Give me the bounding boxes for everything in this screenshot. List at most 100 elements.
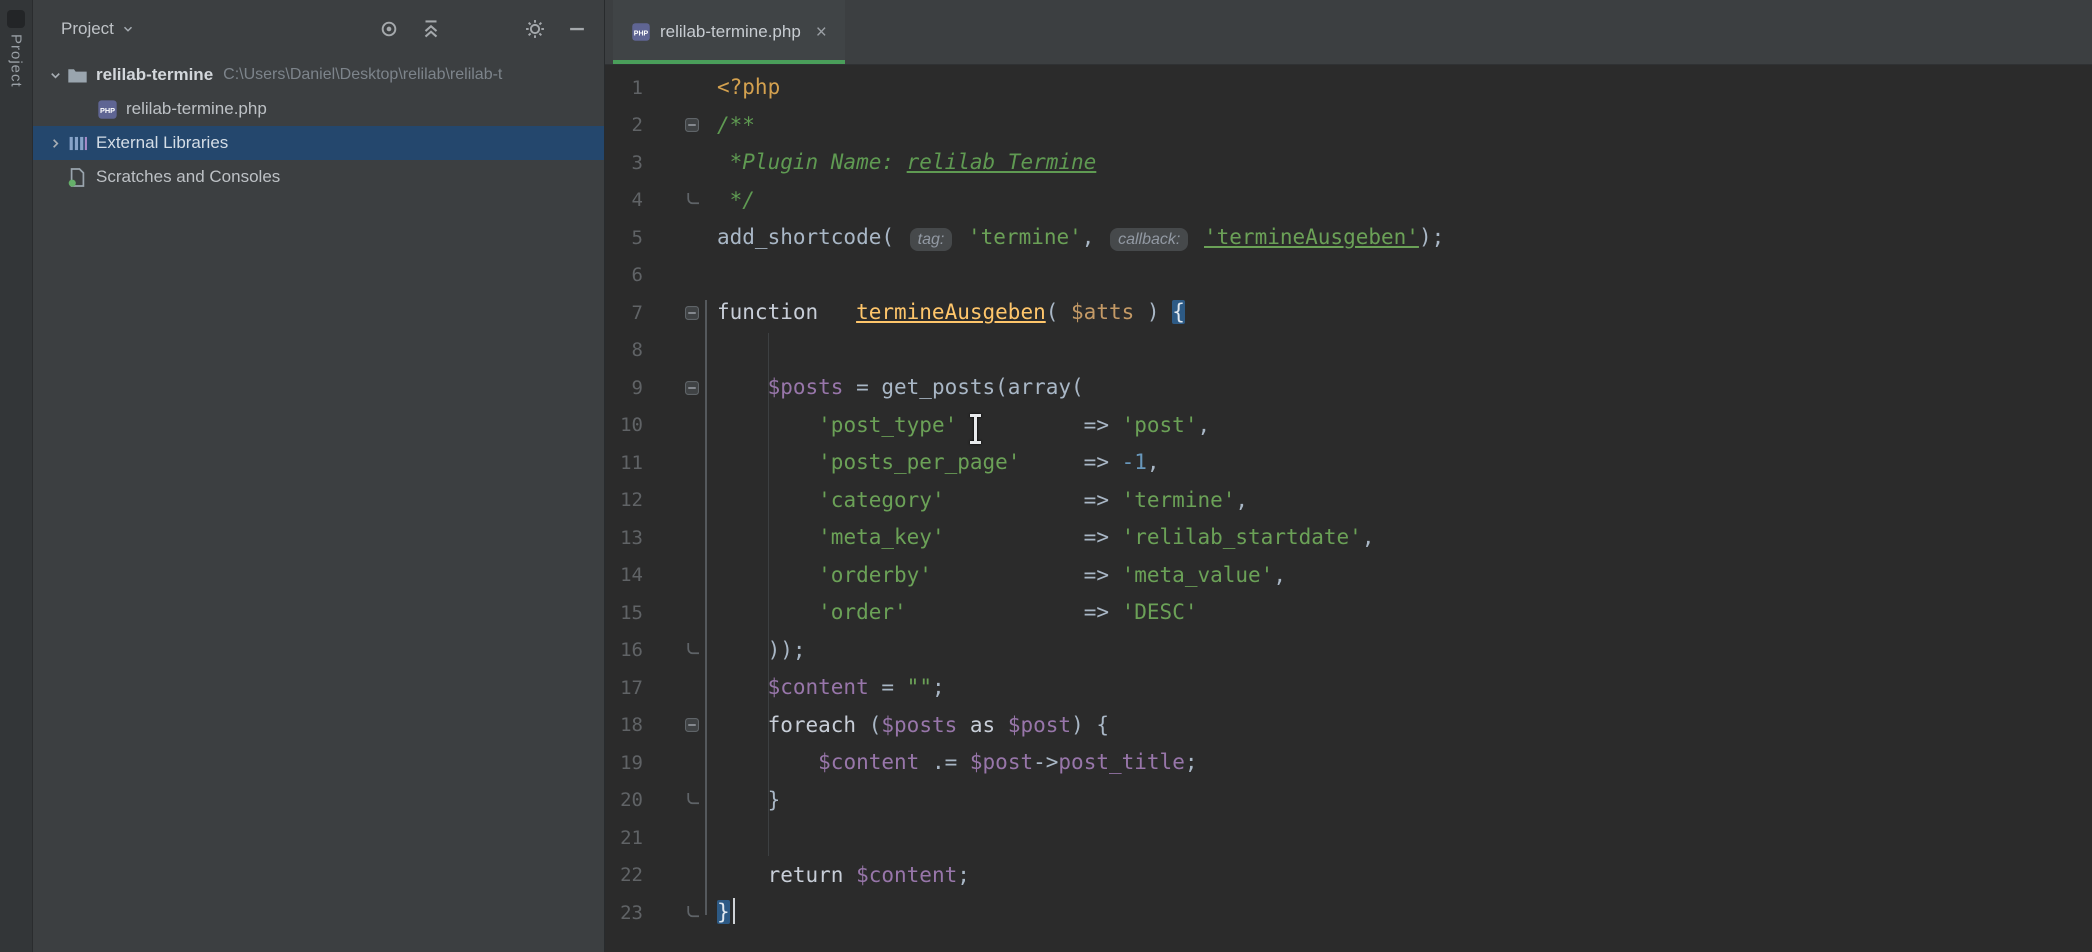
tab-title: relilab-termine.php — [660, 22, 801, 42]
code-token: ) — [1134, 300, 1172, 324]
code-token — [945, 488, 1084, 512]
fold-marker-icon[interactable] — [655, 906, 707, 920]
code-token — [1191, 225, 1204, 249]
code-line-16[interactable]: )); — [717, 632, 2092, 670]
code-token: .= — [919, 750, 970, 774]
gutter-line: 16 — [605, 632, 707, 670]
code-token: $posts — [768, 375, 844, 399]
code-token: 'meta_value' — [1122, 563, 1274, 587]
settings-gear-icon[interactable] — [524, 18, 546, 40]
fold-marker-icon[interactable] — [655, 381, 707, 395]
code-line-7[interactable]: function termineAusgeben( $atts ) { — [717, 294, 2092, 332]
code-area[interactable]: <?php /** *Plugin Name: relilab Termine *… — [707, 65, 2092, 952]
gutter-line: 4 — [605, 182, 707, 220]
chevron-right-icon[interactable] — [43, 132, 67, 154]
code-line-10[interactable]: 'post_type' => 'post', — [717, 407, 2092, 445]
folder-icon — [67, 65, 88, 86]
fold-marker-icon[interactable] — [655, 793, 707, 807]
editor-area: PHP relilab-termine.php × 12345678910111… — [605, 0, 2092, 952]
code-line-3[interactable]: *Plugin Name: relilab Termine — [717, 144, 2092, 182]
fold-marker-icon[interactable] — [655, 193, 707, 207]
code-line-5[interactable]: add_shortcode( tag: 'termine', callback:… — [717, 219, 2092, 257]
tab-relilab-termine-php[interactable]: PHP relilab-termine.php × — [613, 0, 845, 64]
code-line-18[interactable]: foreach ($posts as $post) { — [717, 707, 2092, 745]
code-token: 'termine' — [968, 225, 1082, 249]
code-line-20[interactable]: } — [717, 782, 2092, 820]
code-token: $post — [970, 750, 1033, 774]
tree-item-relilab-termine-php[interactable]: PHPrelilab-termine.php — [33, 92, 604, 126]
tree-item-external-libraries[interactable]: External Libraries — [33, 126, 604, 160]
chevron-down-icon — [121, 22, 135, 36]
left-toolwindow-bar: Project — [0, 0, 33, 952]
code-token: function — [717, 300, 856, 324]
line-number: 23 — [605, 902, 655, 924]
code-line-4[interactable]: */ — [717, 182, 2092, 220]
line-number: 7 — [605, 302, 655, 324]
fold-marker-icon[interactable] — [655, 118, 707, 132]
fold-marker-icon[interactable] — [655, 643, 707, 657]
gutter-line: 2 — [605, 107, 707, 145]
code-token: , — [1362, 525, 1375, 549]
line-number: 10 — [605, 414, 655, 436]
tree-item-label: relilab-termine — [96, 65, 213, 85]
line-number: 17 — [605, 677, 655, 699]
code-line-1[interactable]: <?php — [717, 69, 2092, 107]
project-toolwindow-button[interactable]: Project — [8, 34, 25, 88]
svg-text:PHP: PHP — [100, 106, 115, 115]
code-line-2[interactable]: /** — [717, 107, 2092, 145]
project-view-dropdown[interactable]: Project — [61, 19, 135, 39]
line-number: 22 — [605, 864, 655, 886]
code-token: 'category' — [818, 488, 944, 512]
locate-icon[interactable] — [378, 18, 400, 40]
code-token: 'meta_key' — [818, 525, 944, 549]
code-line-8[interactable] — [717, 332, 2092, 370]
code-line-13[interactable]: 'meta_key' => 'relilab_startdate', — [717, 519, 2092, 557]
code-token: ; — [957, 863, 970, 887]
code-editor: 1234567891011121314151617181920212223 <?… — [605, 65, 2092, 952]
mouse-cursor-ibeam — [968, 414, 983, 444]
code-line-22[interactable]: return $content; — [717, 857, 2092, 895]
project-panel: Project relilab-termine C:\Users\Daniel\D… — [33, 0, 605, 952]
tab-close-icon[interactable]: × — [816, 23, 827, 42]
code-token: { — [1172, 300, 1185, 324]
tree-item-scratches-and-consoles[interactable]: Scratches and Consoles — [33, 160, 604, 194]
collapse-all-icon[interactable] — [420, 18, 442, 40]
code-token: -1 — [1122, 450, 1147, 474]
code-line-23[interactable]: } — [717, 894, 2092, 932]
code-token: relilab Termine — [907, 150, 1097, 174]
code-token: -> — [1033, 750, 1058, 774]
code-token: 'termine' — [1122, 488, 1236, 512]
gutter-line: 17 — [605, 669, 707, 707]
line-number: 11 — [605, 452, 655, 474]
code-token: => — [1084, 525, 1122, 549]
code-line-9[interactable]: $posts = get_posts(array( — [717, 369, 2092, 407]
gutter-line: 7 — [605, 294, 707, 332]
code-line-17[interactable]: $content = ""; — [717, 669, 2092, 707]
code-line-14[interactable]: 'orderby' => 'meta_value', — [717, 557, 2092, 595]
tree-item-path: C:\Users\Daniel\Desktop\relilab\relilab-… — [223, 66, 502, 84]
code-line-15[interactable]: 'order' => 'DESC' — [717, 594, 2092, 632]
code-line-12[interactable]: 'category' => 'termine', — [717, 482, 2092, 520]
code-token: , — [1147, 450, 1160, 474]
project-panel-header: Project — [33, 0, 604, 58]
code-token: /** — [717, 113, 755, 137]
chevron-down-icon[interactable] — [43, 64, 67, 86]
code-line-19[interactable]: $content .= $post->post_title; — [717, 744, 2092, 782]
code-token: = — [869, 675, 907, 699]
tree-item-label: External Libraries — [96, 133, 228, 153]
code-line-6[interactable] — [717, 257, 2092, 295]
tree-item-relilab-termine[interactable]: relilab-termine C:\Users\Daniel\Desktop\r… — [33, 58, 604, 92]
code-line-21[interactable] — [717, 819, 2092, 857]
code-line-11[interactable]: 'posts_per_page' => -1, — [717, 444, 2092, 482]
code-token — [843, 863, 856, 887]
gutter-line: 10 — [605, 407, 707, 445]
hide-panel-icon[interactable] — [566, 18, 588, 40]
line-number: 14 — [605, 564, 655, 586]
gutter-line: 1 — [605, 69, 707, 107]
fold-marker-icon[interactable] — [655, 306, 707, 320]
gutter-line: 5 — [605, 219, 707, 257]
code-token — [907, 600, 1084, 624]
code-token: post_title — [1058, 750, 1184, 774]
fold-marker-icon[interactable] — [655, 718, 707, 732]
gutter-line: 20 — [605, 782, 707, 820]
